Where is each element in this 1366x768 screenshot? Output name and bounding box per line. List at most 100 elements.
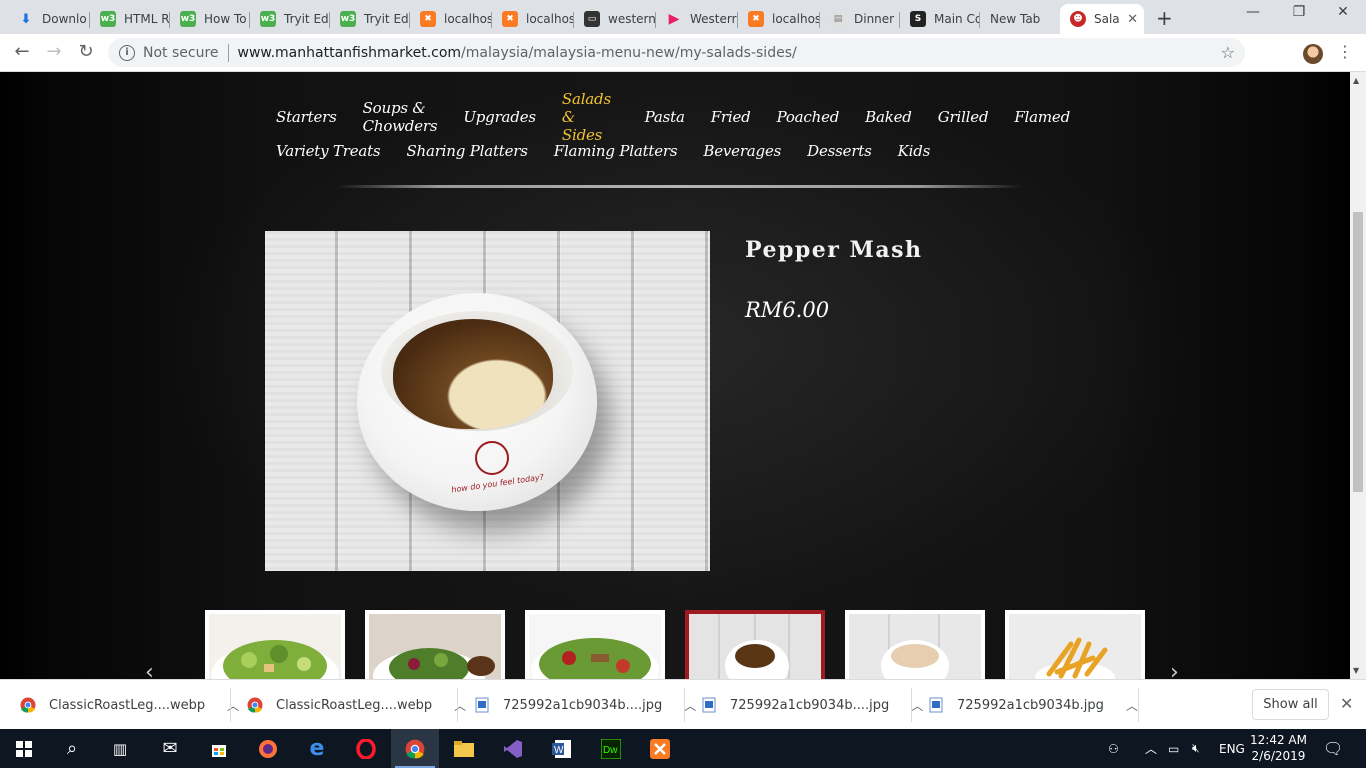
thumbnail-rice[interactable] <box>845 610 985 679</box>
thumbnail-pepper-mash[interactable] <box>685 610 825 679</box>
chevron-up-icon[interactable]: ︿ <box>684 697 696 714</box>
scrollbar-thumb[interactable] <box>1353 212 1363 492</box>
download-icon: ⬇ <box>20 11 32 27</box>
taskbar-clock[interactable]: 12:42 AM 2/6/2019 <box>1250 732 1307 764</box>
carousel-next-icon[interactable]: › <box>1170 660 1179 679</box>
chevron-up-icon[interactable]: ︿ <box>227 697 239 714</box>
tab-tryit-2[interactable]: w3 Tryit Ed <box>330 4 410 34</box>
bookmark-star-icon[interactable]: ☆ <box>1221 43 1235 62</box>
page-icon: ▤ <box>830 11 846 27</box>
thumbnail-grilled-salad[interactable] <box>525 610 665 679</box>
close-shelf-icon[interactable]: ✕ <box>1340 694 1353 713</box>
show-all-button[interactable]: Show all <box>1252 689 1329 720</box>
tab-tryit-1[interactable]: w3 Tryit Ed <box>250 4 330 34</box>
image-file-icon <box>475 697 489 713</box>
chrome-taskbar-icon[interactable] <box>391 729 439 768</box>
opera-icon[interactable] <box>342 729 390 768</box>
firefox-icon[interactable] <box>244 729 292 768</box>
info-icon[interactable]: i <box>119 44 135 61</box>
download-item[interactable]: 725992a1cb9034b....jpg ︿ <box>701 690 923 720</box>
download-item[interactable]: 725992a1cb9034b.jpg ︿ <box>928 690 1138 720</box>
thumbnail-caesar-salad[interactable] <box>205 610 345 679</box>
w3schools-icon: w3 <box>180 11 196 27</box>
fries-thumbnail-icon <box>1009 614 1141 679</box>
battery-icon[interactable]: ▭ <box>1168 729 1179 768</box>
visual-studio-icon[interactable] <box>489 729 537 768</box>
chevron-up-tray-icon[interactable]: ︿ <box>1145 729 1157 768</box>
thumbnail-fries[interactable] <box>1005 610 1145 679</box>
back-icon[interactable]: ← <box>10 41 34 62</box>
tab-dinner[interactable]: ▤ Dinner <box>820 4 900 34</box>
menu-item-upgrades[interactable]: Upgrades <box>463 108 536 126</box>
reload-icon[interactable]: ↻ <box>74 41 98 62</box>
people-icon[interactable]: ⚇ <box>1108 729 1119 768</box>
address-bar[interactable]: i Not secure www.manhattanfishmarket.com… <box>108 38 1245 67</box>
tab-title: Westerr <box>690 12 737 26</box>
edge-icon[interactable]: e <box>293 729 341 768</box>
notifications-icon[interactable]: 🗨︎ <box>1323 729 1343 768</box>
scroll-down-icon[interactable]: ▼ <box>1353 666 1359 675</box>
close-window-icon[interactable]: ✕ <box>1320 4 1366 20</box>
tab-localhost-1[interactable]: ✖ localhos <box>410 4 492 34</box>
menu-item-poached[interactable]: Poached <box>777 108 840 126</box>
task-view-icon[interactable]: ▥ <box>96 729 144 768</box>
menu-item-flamed[interactable]: Flamed <box>1014 108 1070 126</box>
close-tab-icon[interactable]: ✕ <box>1127 12 1138 27</box>
mail-icon[interactable]: ✉ <box>146 729 194 768</box>
tab-salads[interactable]: ☻ Sala ✕ <box>1060 4 1144 34</box>
tab-new-tab[interactable]: New Tab <box>980 4 1060 34</box>
forward-icon[interactable]: → <box>42 41 66 62</box>
page-scrollbar[interactable]: ▲ ▼ <box>1350 72 1366 679</box>
menu-item-baked[interactable]: Baked <box>865 108 912 126</box>
tab-html-ref[interactable]: w3 HTML R <box>90 4 170 34</box>
menu-item-variety-treats[interactable]: Variety Treats <box>276 142 381 160</box>
download-item[interactable]: ClassicRoastLeg....webp ︿ <box>20 690 239 720</box>
language-indicator[interactable]: ENG <box>1219 729 1245 768</box>
file-explorer-icon[interactable] <box>440 729 488 768</box>
tab-title: HTML R <box>124 12 170 26</box>
menu-item-sharing-platters[interactable]: Sharing Platters <box>406 142 528 160</box>
windows-start-icon[interactable] <box>0 729 48 768</box>
menu-item-soups-chowders[interactable]: Soups & Chowders <box>363 99 438 135</box>
tab-how-to[interactable]: w3 How To <box>170 4 250 34</box>
menu-item-grilled[interactable]: Grilled <box>938 108 989 126</box>
tab-localhost-3[interactable]: ✖ localhos <box>738 4 820 34</box>
menu-item-fried[interactable]: Fried <box>711 108 751 126</box>
salad-thumbnail-icon <box>529 614 661 679</box>
volume-muted-icon[interactable]: 🔇︎ <box>1192 729 1200 768</box>
minimize-icon[interactable]: — <box>1230 4 1276 20</box>
tab-western[interactable]: ▭ western <box>574 4 656 34</box>
chevron-up-icon[interactable]: ︿ <box>911 697 923 714</box>
menu-item-desserts[interactable]: Desserts <box>807 142 872 160</box>
chevron-up-icon[interactable]: ︿ <box>454 697 466 714</box>
chevron-up-icon[interactable]: ︿ <box>1126 697 1138 714</box>
menu-item-salads-sides[interactable]: Salads & Sides <box>562 90 619 144</box>
menu-item-beverages[interactable]: Beverages <box>703 142 781 160</box>
download-item[interactable]: 725992a1cb9034b....jpg ︿ <box>474 690 696 720</box>
menu-item-starters[interactable]: Starters <box>276 108 337 126</box>
security-label[interactable]: Not secure <box>143 45 219 61</box>
product-price: RM6.00 <box>745 298 830 322</box>
menu-item-kids[interactable]: Kids <box>898 142 931 160</box>
carousel-prev-icon[interactable]: ‹ <box>145 660 154 679</box>
menu-item-pasta[interactable]: Pasta <box>645 108 685 126</box>
download-item[interactable]: ClassicRoastLeg....webp ︿ <box>247 690 466 720</box>
store-icon[interactable] <box>195 729 243 768</box>
tab-main-course[interactable]: S Main Co <box>900 4 980 34</box>
tab-downloads[interactable]: ⬇ Downlo <box>8 4 90 34</box>
profile-avatar[interactable] <box>1303 44 1323 64</box>
divider <box>227 43 229 62</box>
scroll-up-icon[interactable]: ▲ <box>1353 76 1359 85</box>
tab-western-2[interactable]: ▶ Westerr <box>656 4 738 34</box>
search-icon[interactable]: ⌕ <box>48 729 96 768</box>
dreamweaver-icon[interactable]: Dw <box>587 729 635 768</box>
menu-item-flaming-platters[interactable]: Flaming Platters <box>554 142 678 160</box>
new-tab-icon[interactable]: + <box>1156 6 1173 30</box>
menu-dots-icon[interactable]: ⋮ <box>1337 42 1353 61</box>
xampp-taskbar-icon[interactable] <box>636 729 684 768</box>
image-file-icon <box>929 697 943 713</box>
maximize-icon[interactable]: ❐ <box>1276 4 1322 20</box>
thumbnail-garden-salad[interactable] <box>365 610 505 679</box>
word-icon[interactable]: W <box>538 729 586 768</box>
tab-localhost-2[interactable]: ✖ localhos <box>492 4 574 34</box>
